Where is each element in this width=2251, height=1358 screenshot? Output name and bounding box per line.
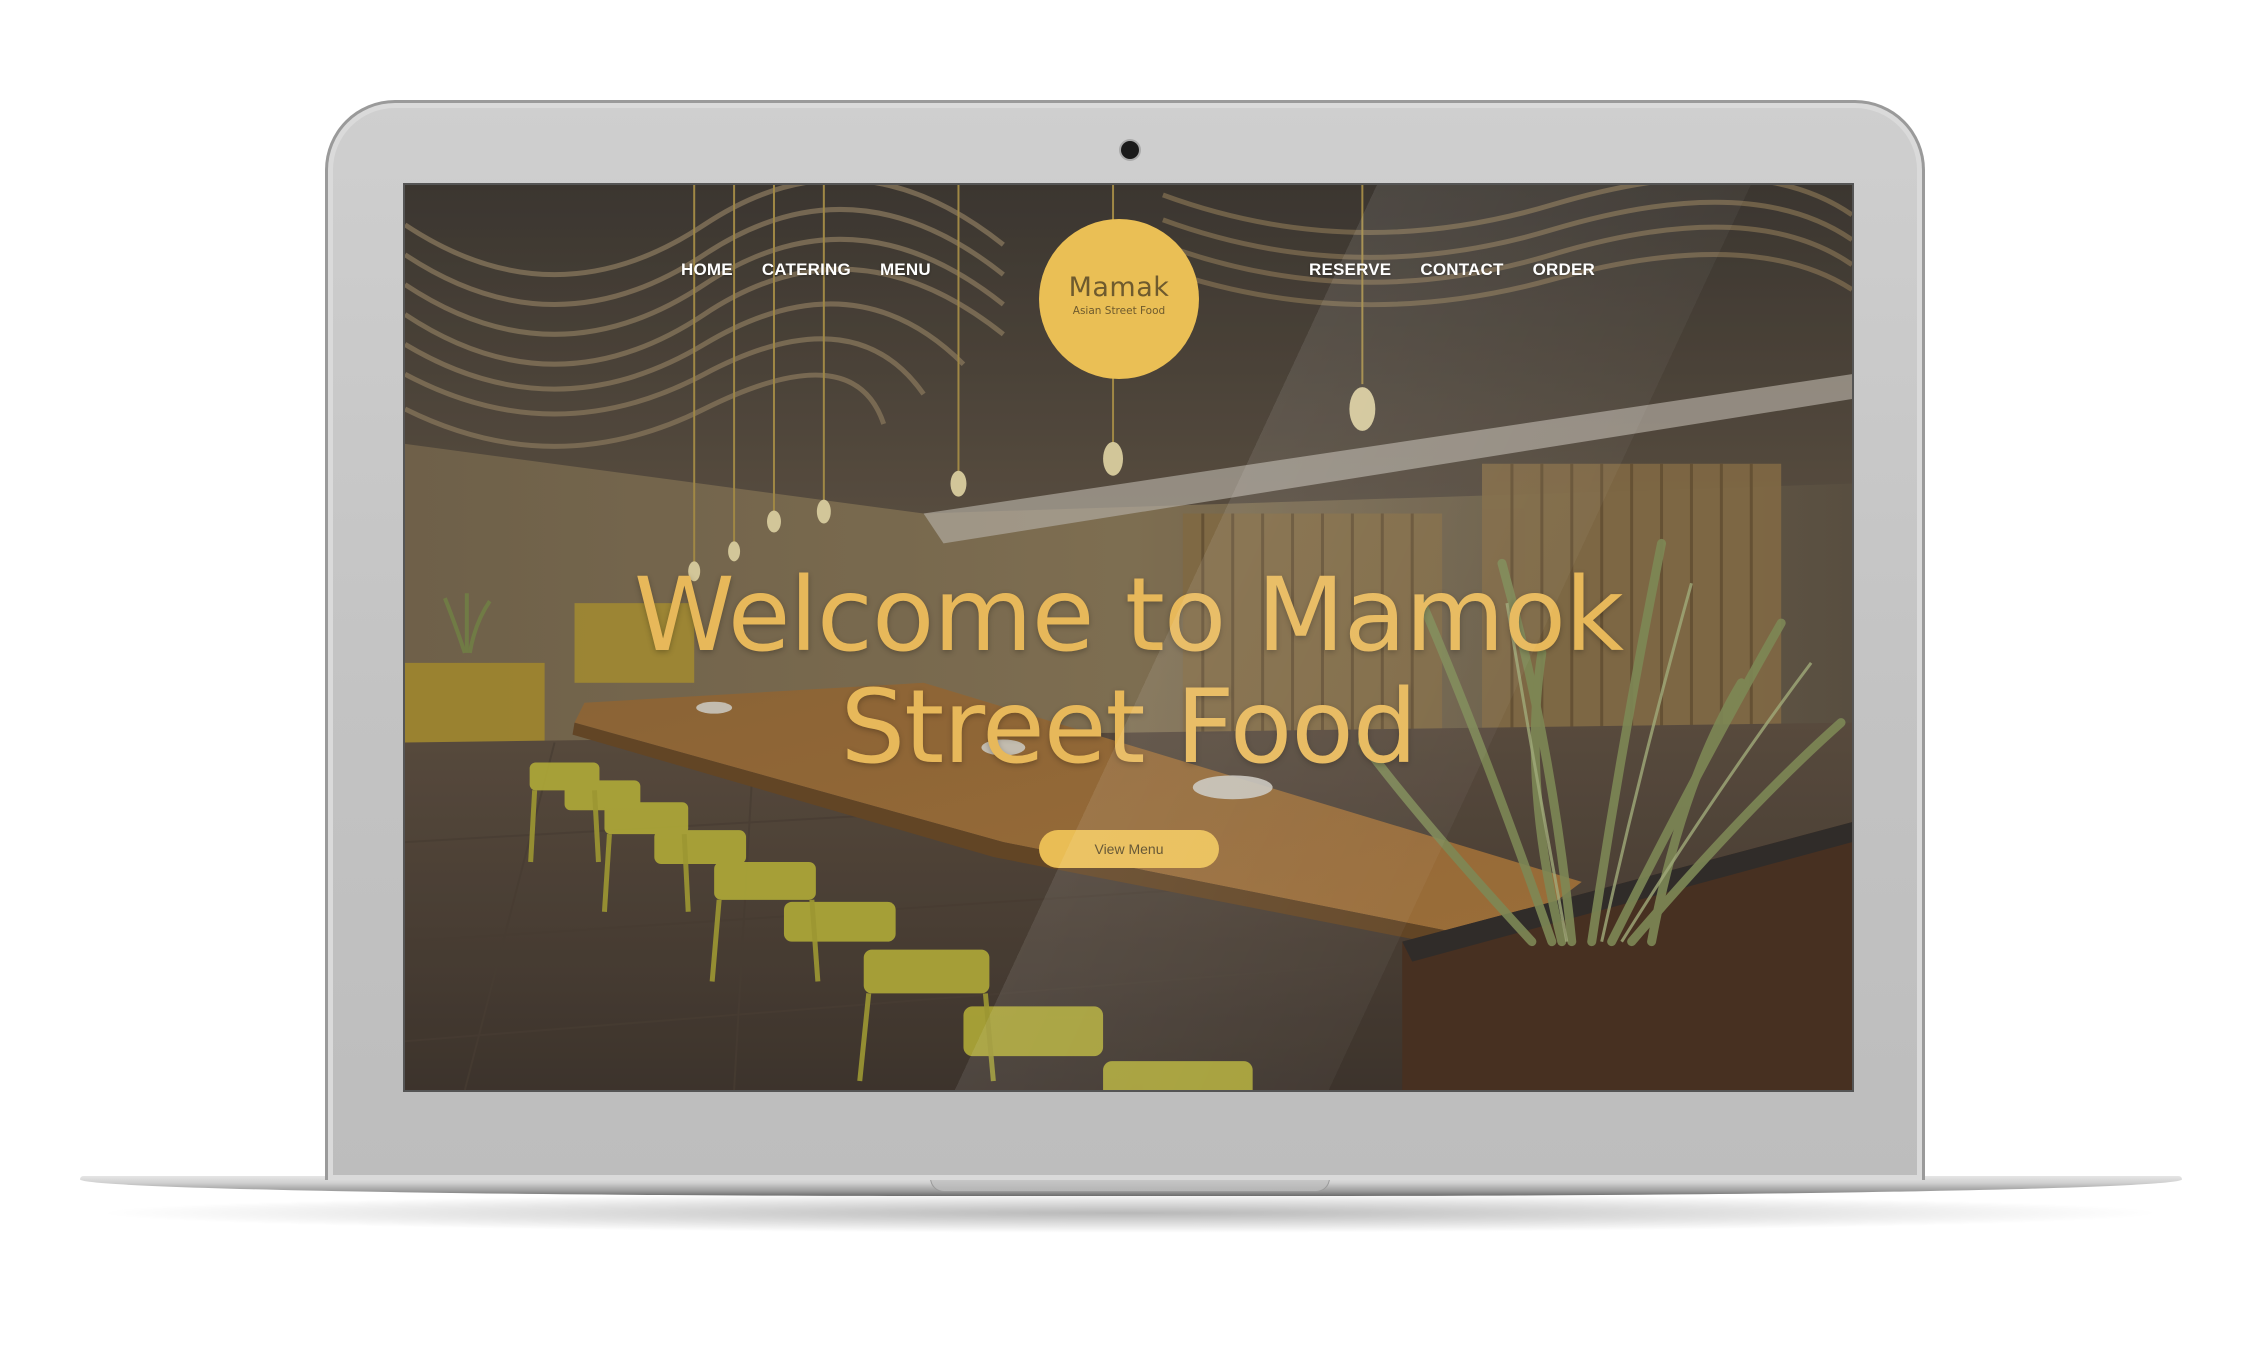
nav-link-catering[interactable]: CATERING bbox=[762, 260, 851, 280]
webcam bbox=[1121, 141, 1139, 159]
view-menu-button[interactable]: View Menu bbox=[1039, 830, 1219, 868]
primary-nav-right: RESERVE CONTACT ORDER bbox=[1309, 260, 1595, 280]
laptop-mockup: HOME CATERING MENU Mamak Asian Street Fo… bbox=[0, 0, 2251, 1358]
nav-link-menu[interactable]: MENU bbox=[880, 260, 931, 280]
nav-link-contact[interactable]: CONTACT bbox=[1420, 260, 1503, 280]
primary-nav-left: HOME CATERING MENU bbox=[681, 260, 931, 280]
nav-link-order[interactable]: ORDER bbox=[1533, 260, 1595, 280]
nav-link-home[interactable]: HOME bbox=[681, 260, 733, 280]
nav-link-reserve[interactable]: RESERVE bbox=[1309, 260, 1391, 280]
logo-name: Mamak bbox=[1068, 271, 1170, 303]
hero-headline-line-1: Welcome to Mamok bbox=[633, 556, 1624, 675]
logo-tagline: Asian Street Food bbox=[1072, 304, 1166, 317]
site-logo[interactable]: Mamak Asian Street Food bbox=[1039, 219, 1199, 379]
hero-headline-line-2: Street Food bbox=[840, 668, 1418, 787]
laptop-screen: HOME CATERING MENU Mamak Asian Street Fo… bbox=[403, 183, 1854, 1092]
laptop-shadow bbox=[90, 1193, 2170, 1233]
hero-headline: Welcome to Mamok Street Food bbox=[405, 560, 1852, 784]
